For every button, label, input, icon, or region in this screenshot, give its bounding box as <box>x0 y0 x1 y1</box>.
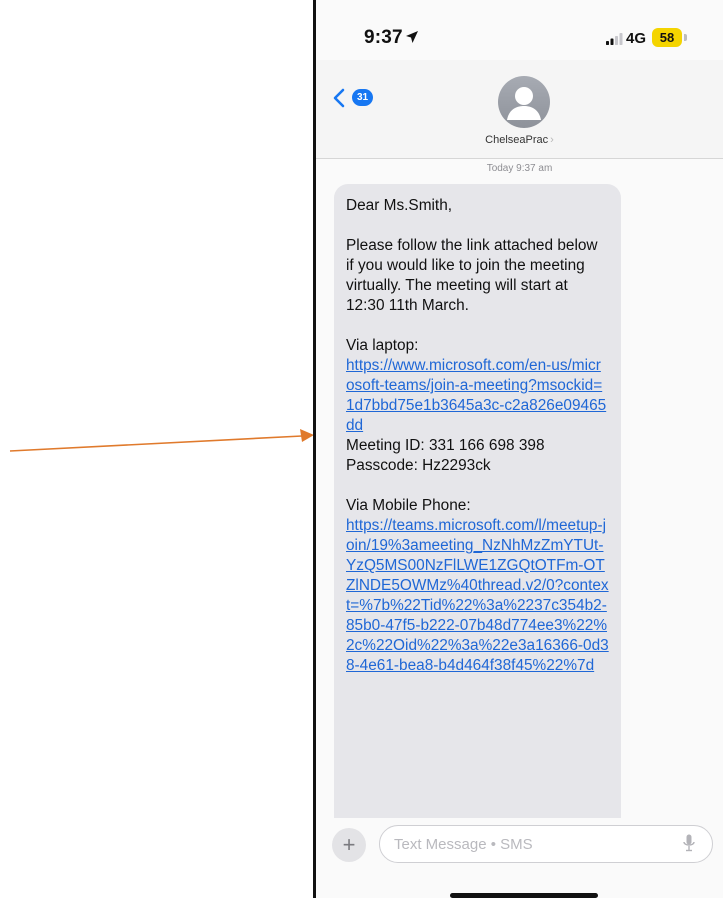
status-time: 9:37 <box>364 27 403 48</box>
message-composer: + <box>316 818 723 898</box>
meeting-passcode: Passcode: Hz2293ck <box>346 457 491 474</box>
contact-chevron-icon: › <box>550 134 554 146</box>
message-greeting: Dear Ms.Smith, <box>346 197 453 214</box>
network-type: 4G <box>626 30 647 47</box>
battery-level: 58 <box>652 28 682 47</box>
mobile-section: Via Mobile Phone: https://teams.microsof… <box>346 496 609 676</box>
home-indicator[interactable] <box>450 893 598 898</box>
message-timestamp: Today 9:37 am <box>486 163 553 174</box>
meeting-id: Meeting ID: 331 166 698 398 <box>346 437 545 454</box>
plus-button[interactable]: + <box>332 828 366 862</box>
laptop-section: Via laptop: https://www.microsoft.com/en… <box>346 336 609 476</box>
message-body: Please follow the link attached below if… <box>346 237 598 314</box>
message-input[interactable] <box>379 825 713 863</box>
mobile-heading: Via Mobile Phone: <box>346 497 471 514</box>
mobile-meeting-link[interactable]: https://teams.microsoft.com/l/meetup-joi… <box>346 516 609 676</box>
phone-screen: 9:37 4G 58 31 ChelseaPrac › Today 9:37 a… <box>316 0 723 898</box>
person-icon <box>507 87 541 120</box>
conversation-header: 31 ChelseaPrac › <box>316 60 723 159</box>
contact-name-row[interactable]: ChelseaPrac › <box>316 134 723 146</box>
microphone-icon[interactable] <box>683 834 695 853</box>
location-arrow-icon <box>406 31 418 43</box>
status-bar: 9:37 4G 58 <box>316 0 723 60</box>
signal-bars-icon <box>606 33 623 45</box>
contact-avatar[interactable] <box>498 76 550 128</box>
laptop-meeting-link[interactable]: https://www.microsoft.com/en-us/microsof… <box>346 356 609 436</box>
message-bubble: Dear Ms.Smith, Please follow the link at… <box>334 184 621 834</box>
laptop-heading: Via laptop: <box>346 337 419 354</box>
unread-badge: 31 <box>352 89 373 106</box>
back-button[interactable]: 31 <box>332 84 382 112</box>
arrow-annotation-icon <box>9 429 314 452</box>
contact-name: ChelseaPrac <box>485 134 549 146</box>
back-chevron-icon <box>333 88 345 108</box>
battery-cap <box>684 34 687 41</box>
